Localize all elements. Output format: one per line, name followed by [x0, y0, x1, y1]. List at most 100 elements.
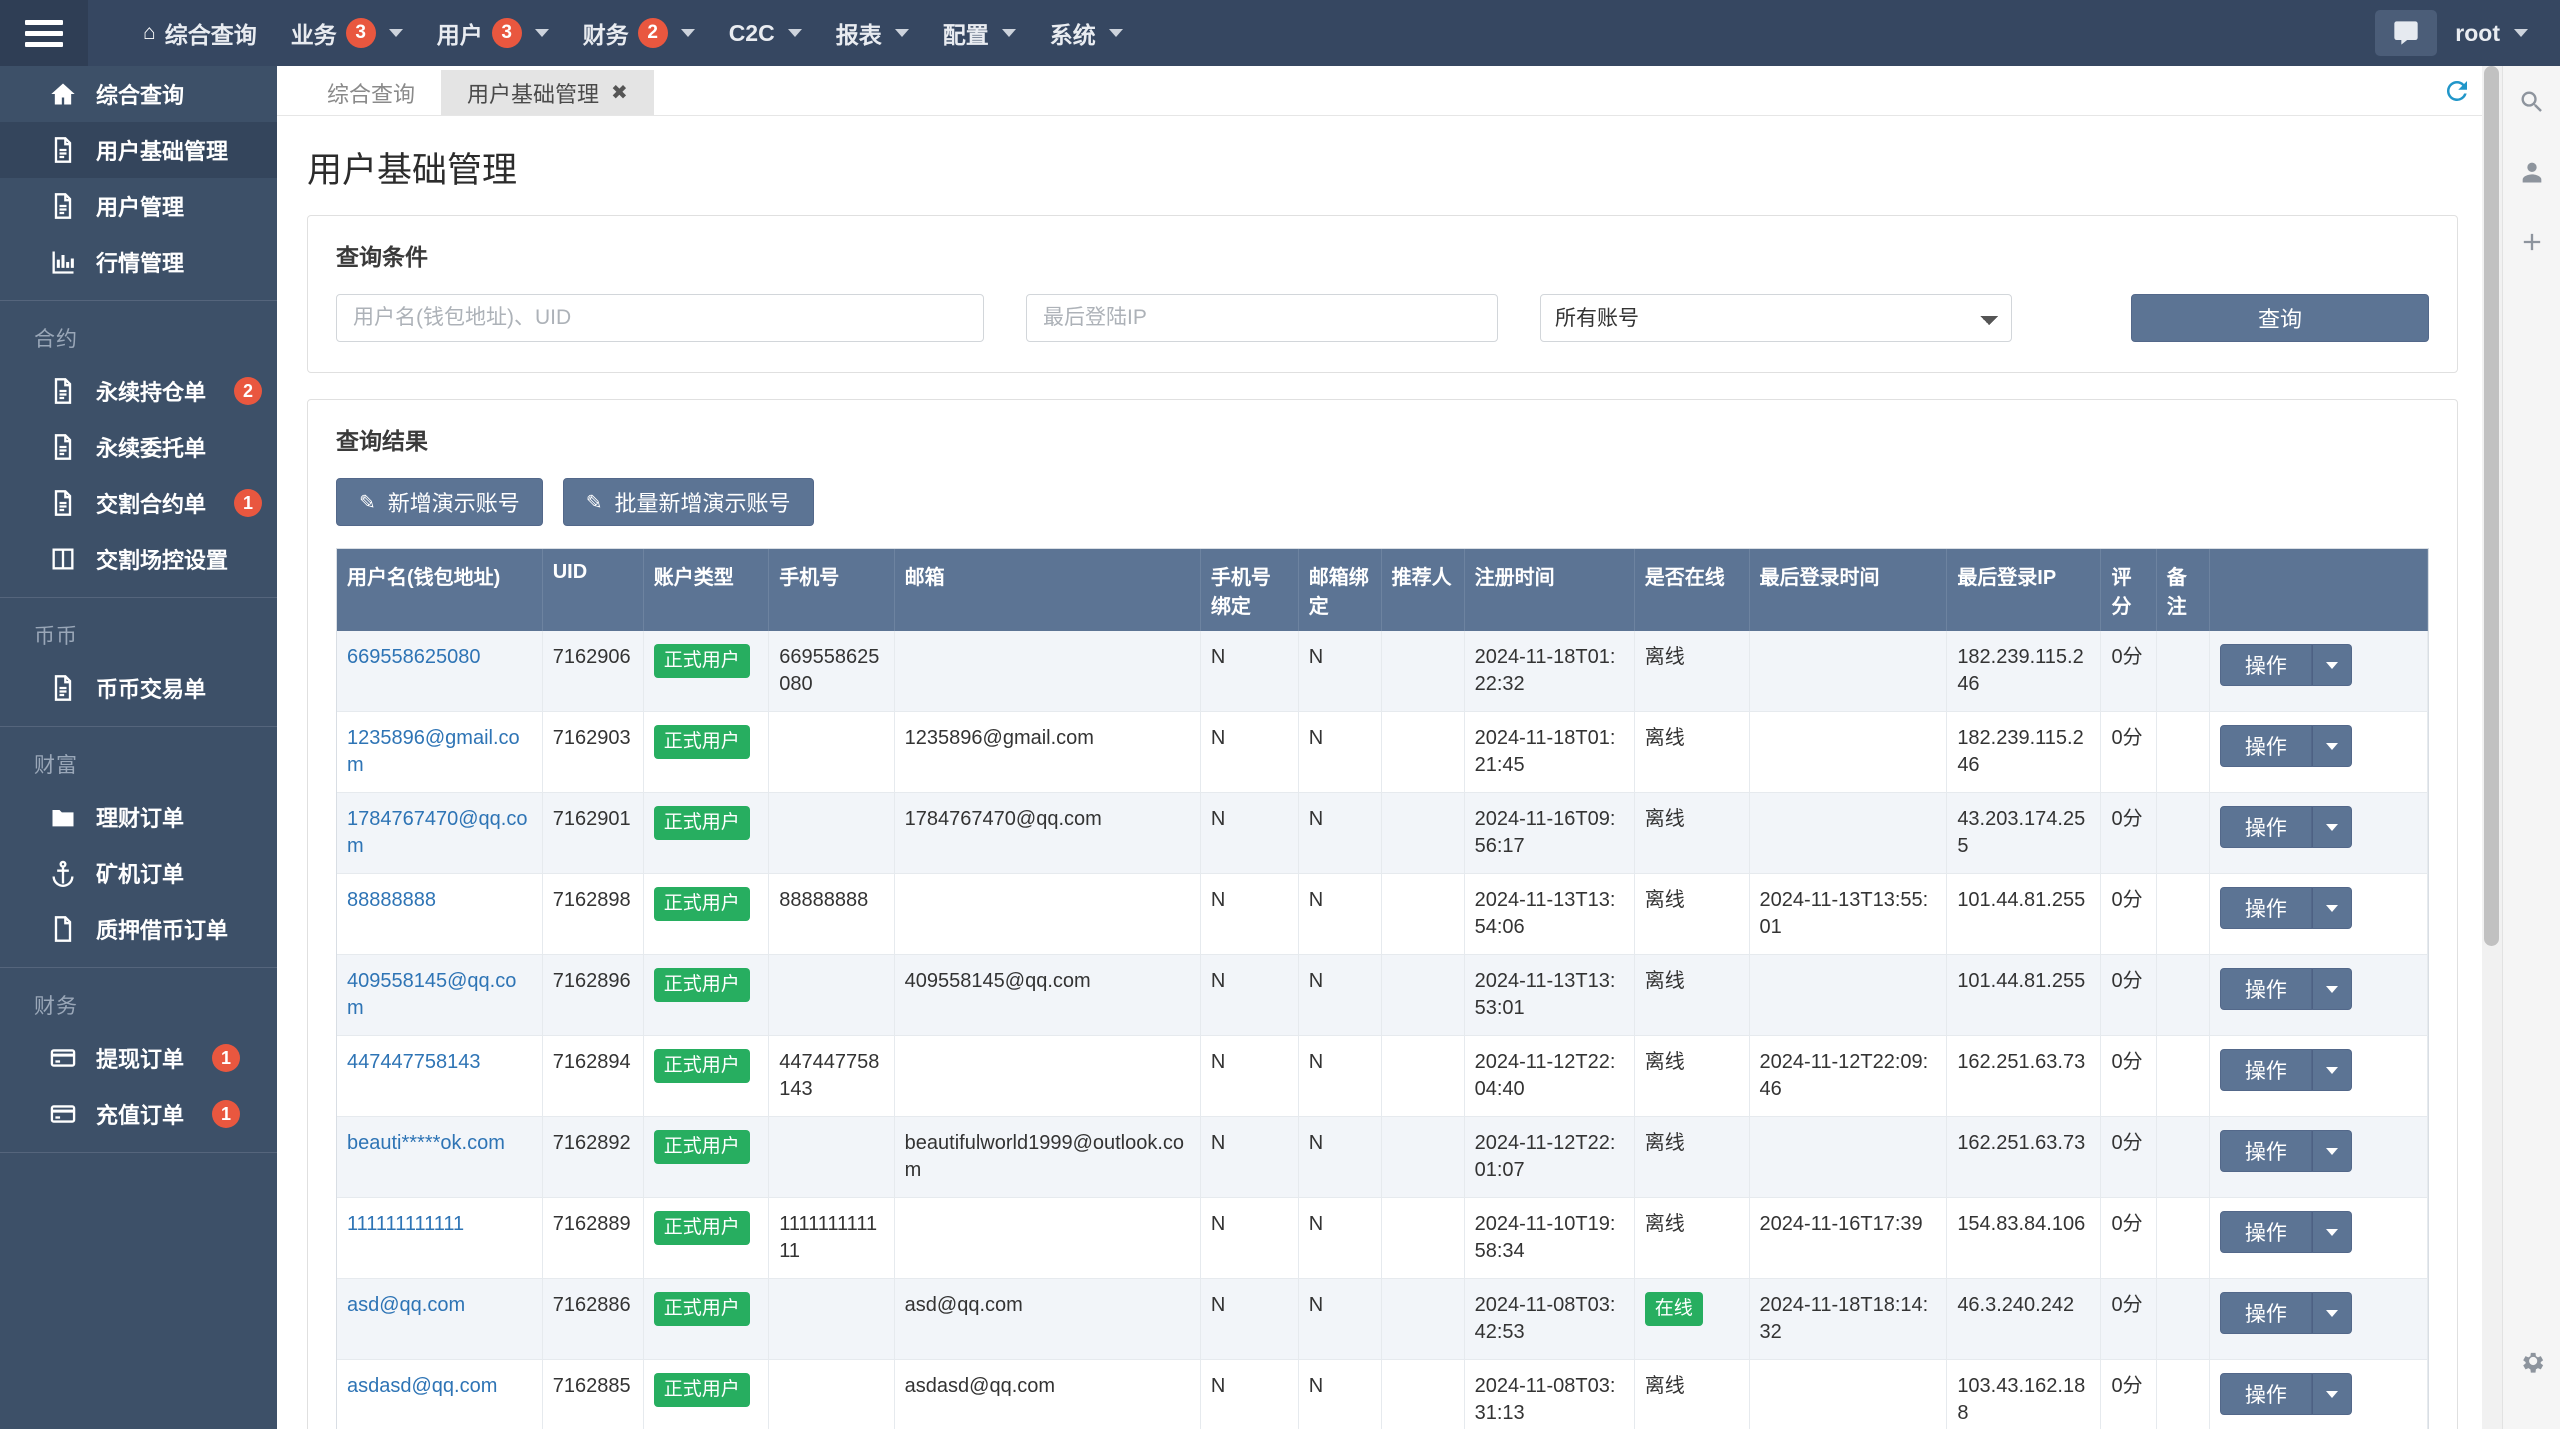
tab-user-basic-management[interactable]: 用户基础管理 ✖ [441, 70, 654, 115]
operation-dropdown-toggle[interactable] [2311, 806, 2352, 848]
sidebar-item-矿机订单[interactable]: 矿机订单 [0, 845, 277, 901]
nav-item-label: C2C [728, 19, 775, 46]
username-link[interactable]: 1784767470@qq.com [347, 808, 527, 857]
table-column-header: 最后登录时间 [1749, 549, 1948, 631]
hamburger-icon[interactable] [0, 0, 88, 66]
cell-register-time: 2024-11-16T09:56:17 [1464, 792, 1635, 874]
operation-button[interactable]: 操作 [2219, 644, 2312, 686]
operation-button[interactable]: 操作 [2219, 887, 2312, 929]
users-table-wrapper: 用户名(钱包地址) UID 账户类型 手机号 邮箱 手机号绑定 邮箱绑定 推荐人 注册时间 是否在… [336, 548, 2429, 1429]
user-menu[interactable]: root [2455, 20, 2540, 47]
username-link[interactable]: 669558625080 [347, 646, 480, 668]
chat-icon[interactable] [2375, 10, 2438, 56]
nav-item-4[interactable]: C2C [712, 0, 819, 66]
add-demo-account-button[interactable]: ✎ 新增演示账号 [336, 478, 543, 526]
sidebar-item-提现订单[interactable]: 提现订单 1 [0, 1030, 277, 1086]
cell-referrer [1381, 792, 1465, 874]
sidebar-item-label: 行情管理 [96, 251, 185, 276]
username-link[interactable]: 447447758143 [347, 1051, 480, 1073]
last-login-ip-input[interactable] [1026, 294, 1498, 342]
sidebar-item-用户基础管理[interactable]: 用户基础管理 [0, 122, 277, 178]
sidebar-group-title: 合约 [34, 328, 78, 351]
sidebar-group-2: 币币 币币交易单 [0, 598, 277, 727]
username-search-input[interactable] [336, 294, 984, 342]
operation-dropdown-toggle[interactable] [2311, 1130, 2352, 1172]
cell-phone-bound: N [1200, 1035, 1299, 1117]
sidebar-item-行情管理[interactable]: 行情管理 [0, 234, 277, 290]
search-icon[interactable] [2510, 80, 2554, 124]
close-icon[interactable]: ✖ [611, 80, 628, 105]
operation-dropdown-toggle[interactable] [2311, 1373, 2352, 1415]
cell-phone [768, 1278, 895, 1360]
operation-button[interactable]: 操作 [2219, 725, 2312, 767]
nav-item-1[interactable]: 业务 3 [274, 0, 420, 66]
nav-item-0[interactable]: ⌂ 综合查询 [126, 0, 274, 66]
sidebar-item-永续持仓单[interactable]: 永续持仓单 2 [0, 363, 277, 419]
cell-referrer [1381, 1197, 1465, 1279]
nav-item-7[interactable]: 系统 [1033, 0, 1140, 66]
table-column-header [2209, 549, 2428, 631]
cell-note [2156, 1197, 2210, 1279]
cell-email-bound: N [1298, 631, 1382, 712]
operation-dropdown-toggle[interactable] [2311, 1049, 2352, 1091]
account-type-badge: 正式用户 [653, 806, 750, 840]
operation-dropdown-toggle[interactable] [2311, 887, 2352, 929]
user-switch-icon[interactable] [2510, 150, 2554, 194]
cell-account-type: 正式用户 [643, 1035, 770, 1117]
operation-dropdown-toggle[interactable] [2311, 1211, 2352, 1253]
settings-icon[interactable] [2510, 1339, 2554, 1383]
username-link[interactable]: asdasd@qq.com [347, 1375, 497, 1397]
account-type-select[interactable]: 所有账号 [1540, 294, 2012, 342]
refresh-icon[interactable] [2440, 74, 2474, 108]
operation-dropdown-toggle[interactable] [2311, 725, 2352, 767]
username-link[interactable]: asd@qq.com [347, 1294, 465, 1316]
sidebar-item-交割合约单[interactable]: 交割合约单 1 [0, 475, 277, 531]
tab-label: 综合查询 [327, 81, 416, 107]
sidebar-item-交割场控设置[interactable]: 交割场控设置 [0, 531, 277, 587]
username-link[interactable]: 88888888 [347, 889, 436, 911]
cell-username: 669558625080 [337, 631, 543, 712]
username-link[interactable]: 111111111111 [347, 1213, 464, 1235]
nav-item-6[interactable]: 配置 [926, 0, 1033, 66]
nav-item-5[interactable]: 报表 [819, 0, 926, 66]
operation-button[interactable]: 操作 [2219, 968, 2312, 1010]
plus-icon[interactable] [2510, 220, 2554, 264]
online-status-text: 离线 [1644, 727, 1685, 749]
cell-email-bound: N [1298, 1035, 1382, 1117]
nav-item-3[interactable]: 财务 2 [566, 0, 712, 66]
operation-button[interactable]: 操作 [2219, 806, 2312, 848]
nav-item-2[interactable]: 用户 3 [420, 0, 566, 66]
cell-uid: 7162892 [542, 1116, 644, 1198]
online-status-text: 离线 [1644, 808, 1685, 830]
username-link[interactable]: 1235896@gmail.com [347, 727, 520, 776]
operation-button[interactable]: 操作 [2219, 1292, 2312, 1334]
operation-button[interactable]: 操作 [2219, 1211, 2312, 1253]
query-button[interactable]: 查询 [2131, 294, 2429, 342]
sidebar-item-永续委托单[interactable]: 永续委托单 [0, 419, 277, 475]
vertical-scrollbar[interactable] [2482, 66, 2502, 1429]
sidebar-item-综合查询[interactable]: 综合查询 [0, 66, 277, 122]
sidebar-item-label: 用户管理 [96, 195, 185, 220]
batch-add-demo-account-button[interactable]: ✎ 批量新增演示账号 [562, 478, 814, 526]
scrollbar-thumb[interactable] [2484, 66, 2499, 946]
sidebar-item-币币交易单[interactable]: 币币交易单 [0, 660, 277, 716]
sidebar-item-质押借币订单[interactable]: 质押借币订单 [0, 901, 277, 957]
operation-dropdown-toggle[interactable] [2311, 968, 2352, 1010]
operation-dropdown-toggle[interactable] [2311, 1292, 2352, 1334]
operation-button[interactable]: 操作 [2219, 1373, 2312, 1415]
cell-uid: 7162886 [542, 1278, 644, 1360]
tab-comprehensive-query[interactable]: 综合查询 [301, 70, 441, 115]
username-link[interactable]: 409558145@qq.com [347, 970, 516, 1019]
cell-phone-bound: N [1200, 954, 1299, 1036]
operation-button[interactable]: 操作 [2219, 1049, 2312, 1091]
sidebar-item-理财订单[interactable]: 理财订单 [0, 789, 277, 845]
chevron-down-icon [1108, 29, 1123, 37]
operation-dropdown-toggle[interactable] [2311, 644, 2352, 686]
operation-button[interactable]: 操作 [2219, 1130, 2312, 1172]
cell-username: beauti*****ok.com [337, 1116, 543, 1198]
cell-email: 1235896@gmail.com [894, 711, 1201, 793]
username-link[interactable]: beauti*****ok.com [347, 1132, 505, 1154]
sidebar-item-用户管理[interactable]: 用户管理 [0, 178, 277, 234]
table-column-header: 账户类型 [643, 549, 770, 631]
sidebar-item-充值订单[interactable]: 充值订单 1 [0, 1086, 277, 1142]
